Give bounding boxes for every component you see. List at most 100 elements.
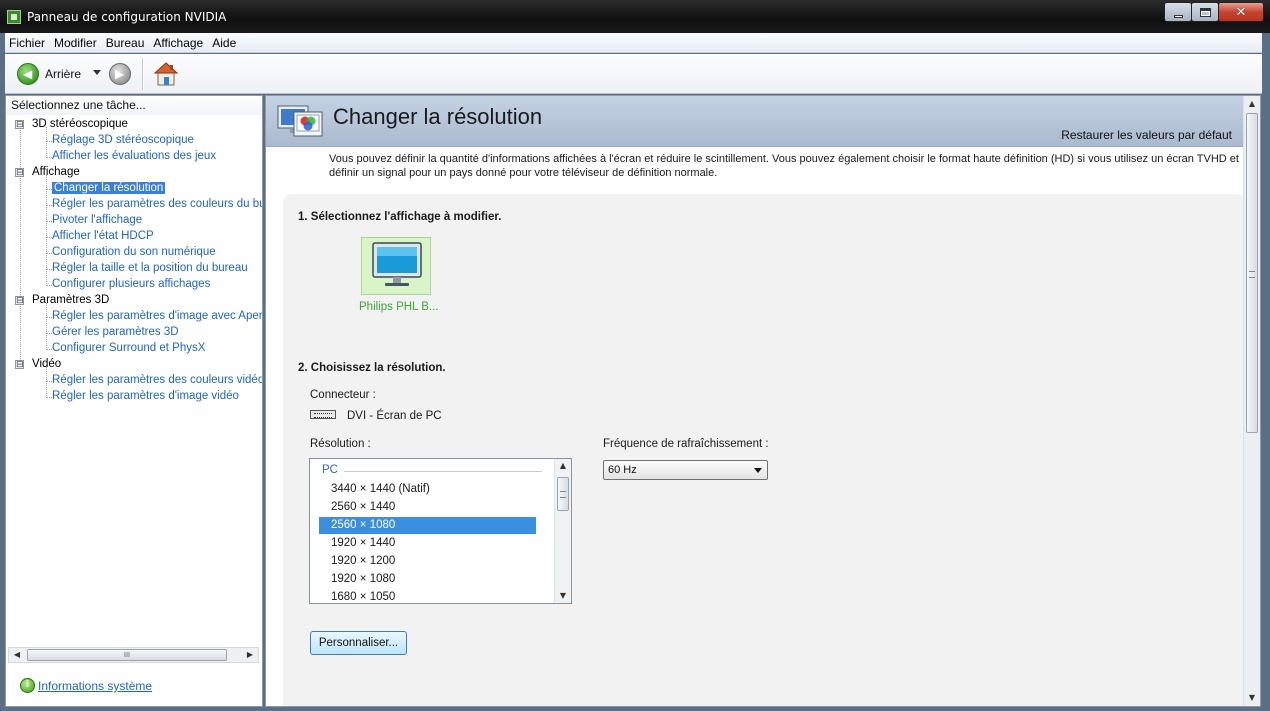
task-tree-horizontal-scrollbar[interactable]: ◀ III ▶: [8, 647, 259, 663]
resolution-option[interactable]: 1920 × 1440: [319, 535, 536, 552]
back-arrow-icon: ◀: [23, 67, 33, 81]
close-button[interactable]: ✕: [1218, 2, 1264, 22]
scroll-thumb[interactable]: [557, 477, 569, 511]
tree-line: [46, 175, 47, 284]
tree-item-reglage-3d-stereoscopique[interactable]: Réglage 3D stéréoscopique: [52, 133, 194, 149]
resolution-option[interactable]: 1920 × 1080: [319, 571, 536, 588]
collapse-icon[interactable]: ⊟: [15, 168, 24, 177]
tree-item-label[interactable]: Régler la taille et la position du burea…: [52, 262, 248, 274]
connector-label: Connecteur :: [310, 389, 376, 401]
home-icon[interactable]: [153, 61, 179, 87]
resolution-option[interactable]: 2560 × 1440: [319, 499, 536, 516]
menu-aide[interactable]: Aide: [208, 36, 240, 50]
display-name[interactable]: Philips PHL B...: [359, 301, 438, 313]
back-label[interactable]: Arrière: [45, 67, 81, 81]
tree-item-surround-physx[interactable]: Configurer Surround et PhysX: [52, 341, 205, 357]
tree-item-label[interactable]: Régler les paramètres des couleurs vidéo: [52, 374, 262, 386]
toolbar-separator: [142, 58, 143, 90]
back-button[interactable]: ◀: [17, 63, 39, 85]
resolution-option-selected[interactable]: 2560 × 1080: [319, 517, 536, 534]
scroll-down-icon[interactable]: ▼: [1244, 690, 1260, 706]
system-info-link[interactable]: Informations système: [38, 679, 152, 693]
resolution-option[interactable]: 1680 × 1050: [319, 589, 536, 603]
scroll-thumb[interactable]: [1246, 113, 1258, 433]
forward-button[interactable]: ▶: [109, 63, 131, 85]
tree-item-label[interactable]: Réglage 3D stéréoscopique: [52, 134, 194, 146]
scroll-up-icon[interactable]: ▲: [1244, 96, 1260, 112]
back-history-dropdown[interactable]: [93, 70, 101, 75]
collapse-icon[interactable]: ⊟: [15, 296, 24, 305]
menu-fichier[interactable]: Fichier: [5, 36, 49, 50]
resolution-option[interactable]: 3440 × 1440 (Natif): [319, 481, 536, 498]
tree-item-label[interactable]: Configurer Surround et PhysX: [52, 342, 205, 354]
tree-item-label[interactable]: Configuration du son numérique: [52, 246, 216, 258]
tree-item-label[interactable]: Régler les paramètres d'image vidéo: [52, 390, 239, 402]
tree-item-couleurs-bureau[interactable]: Régler les paramètres des couleurs du bu…: [52, 197, 262, 213]
menu-modifier[interactable]: Modifier: [50, 36, 101, 50]
collapse-icon[interactable]: ⊟: [15, 360, 24, 369]
display-settings-icon: [277, 105, 323, 137]
content-vertical-scrollbar[interactable]: ▲ ▼: [1243, 96, 1260, 706]
system-info-icon: i: [20, 678, 35, 693]
scroll-right-icon[interactable]: ▶: [242, 648, 258, 662]
resolution-label: Résolution :: [310, 438, 371, 450]
tree-line: [20, 127, 21, 369]
maximize-icon: [1199, 7, 1211, 17]
resolution-list-scrollbar[interactable]: ▲ ▼: [554, 459, 571, 603]
tree-group-label[interactable]: 3D stéréoscopique: [32, 117, 128, 132]
resolution-list[interactable]: PC 3440 × 1440 (Natif) 2560 × 1440 2560 …: [309, 458, 572, 604]
menu-affichage[interactable]: Affichage: [149, 36, 207, 50]
refresh-rate-select[interactable]: 60 Hz: [603, 460, 768, 480]
group-divider: [344, 471, 542, 472]
minimize-button[interactable]: [1164, 2, 1192, 22]
restore-defaults-link[interactable]: Restaurer les valeurs par défaut: [1061, 128, 1232, 142]
step-1-heading: 1. Sélectionnez l'affichage à modifier.: [298, 211, 502, 223]
tree-item-changer-la-resolution[interactable]: Changer la résolution: [52, 181, 166, 197]
tree-group-label[interactable]: Paramètres 3D: [32, 293, 109, 308]
tree-item-label[interactable]: Configurer plusieurs affichages: [52, 278, 210, 290]
tree-item-label[interactable]: Régler les paramètres des couleurs du bu…: [52, 198, 262, 210]
tree-item-label[interactable]: Afficher l'état HDCP: [52, 230, 154, 242]
tree-item-image-video[interactable]: Régler les paramètres d'image vidéo: [52, 389, 239, 405]
scroll-thumb[interactable]: III: [27, 649, 227, 661]
tree-item-son-numerique[interactable]: Configuration du son numérique: [52, 245, 216, 261]
refresh-rate-value: 60 Hz: [608, 464, 637, 476]
chevron-down-icon: [754, 468, 762, 473]
maximize-button[interactable]: [1191, 2, 1219, 22]
scroll-up-icon[interactable]: ▲: [555, 459, 571, 473]
tree-item-gerer-parametres-3d[interactable]: Gérer les paramètres 3D: [52, 325, 179, 341]
tree-item-plusieurs-affichages[interactable]: Configurer plusieurs affichages: [52, 277, 210, 293]
title-bar: Panneau de configuration NVIDIA ✕: [0, 0, 1270, 33]
tree-item-etat-hdcp[interactable]: Afficher l'état HDCP: [52, 229, 154, 245]
tree-group-label[interactable]: Vidéo: [32, 357, 61, 372]
tree-item-couleurs-video[interactable]: Régler les paramètres des couleurs vidéo: [52, 373, 262, 389]
tree-item-label[interactable]: Régler les paramètres d'image avec Aperç…: [52, 310, 262, 322]
customize-button[interactable]: Personnaliser...: [310, 631, 407, 655]
tree-item-image-apercu[interactable]: Régler les paramètres d'image avec Aperç…: [52, 309, 262, 325]
page-header: Changer la résolution Restaurer les vale…: [266, 96, 1245, 147]
task-panel: Sélectionnez une tâche... ⊟ 3D stéréosco…: [5, 95, 263, 707]
resolution-group-label: PC: [322, 464, 338, 476]
tree-item-label[interactable]: Afficher les évaluations des jeux: [52, 150, 216, 162]
window-title: Panneau de configuration NVIDIA: [27, 10, 227, 24]
tree-item-taille-position-bureau[interactable]: Régler la taille et la position du burea…: [52, 261, 248, 277]
tree-item-label[interactable]: Pivoter l'affichage: [52, 214, 142, 226]
minimize-icon: [1173, 14, 1183, 18]
window-controls: ✕: [1164, 2, 1264, 22]
tree-item-evaluations-jeux[interactable]: Afficher les évaluations des jeux: [52, 149, 216, 165]
refresh-rate-label: Fréquence de rafraîchissement :: [603, 438, 769, 450]
tree-item-label[interactable]: Gérer les paramètres 3D: [52, 326, 179, 338]
tree-item-pivoter-affichage[interactable]: Pivoter l'affichage: [52, 213, 142, 229]
tree-item-label[interactable]: Changer la résolution: [52, 182, 166, 194]
scroll-down-icon[interactable]: ▼: [555, 589, 571, 603]
resolution-option[interactable]: 1920 × 1200: [319, 553, 536, 570]
collapse-icon[interactable]: ⊟: [15, 120, 24, 129]
step-2-heading: 2. Choisissez la résolution.: [298, 362, 446, 374]
close-icon: ✕: [1235, 4, 1247, 20]
tree-group-label[interactable]: Affichage: [32, 165, 80, 180]
scroll-left-icon[interactable]: ◀: [9, 648, 25, 662]
display-selector-philips[interactable]: [361, 237, 431, 295]
connector-value: DVI - Écran de PC: [347, 410, 442, 422]
menu-bureau[interactable]: Bureau: [102, 36, 149, 50]
task-panel-header: Sélectionnez une tâche...: [6, 96, 262, 115]
